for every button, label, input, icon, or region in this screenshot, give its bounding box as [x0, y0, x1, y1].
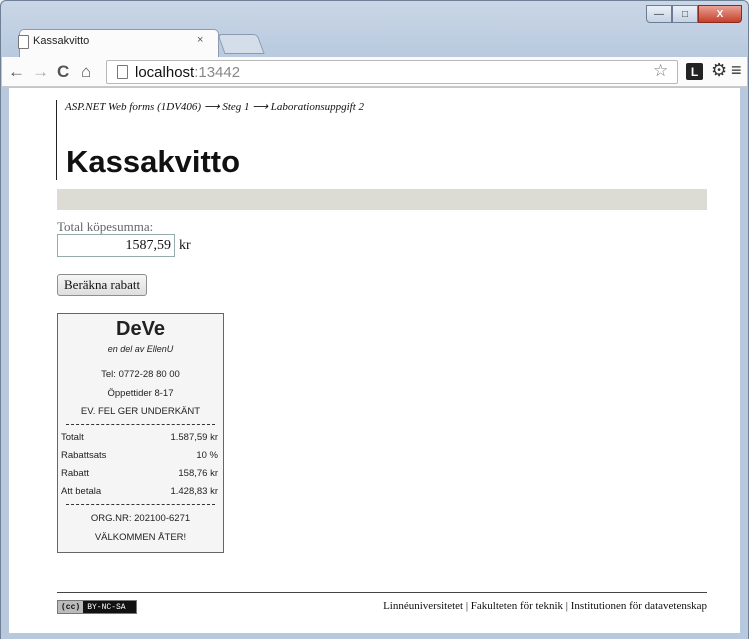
page-icon — [117, 65, 128, 79]
window-frame-bottom — [1, 633, 748, 639]
store-subtitle: en del av EllenU — [107, 344, 174, 354]
home-icon[interactable]: ⌂ — [81, 62, 91, 82]
header-bar — [57, 189, 707, 210]
page-title: Kassakvitto — [66, 144, 241, 179]
receipt-row: Totalt 1.587,59 kr — [61, 432, 218, 443]
window-controls: — □ X — [646, 5, 742, 25]
currency-label: kr — [179, 238, 191, 253]
url-text: localhost:13442 — [135, 64, 240, 81]
tab-strip: Kassakvitto × — □ X — [1, 1, 748, 59]
header-rule — [56, 100, 57, 180]
calculate-discount-button[interactable]: Beräkna rabatt — [57, 274, 148, 296]
row-label: Rabattsats — [61, 450, 107, 461]
forward-arrow-icon[interactable]: → — [32, 62, 49, 82]
receipt-divider — [66, 504, 215, 505]
extension-l-button[interactable]: L — [686, 63, 703, 80]
row-label: Totalt — [61, 432, 84, 443]
receipt: DeVe en del av EllenU Tel: 0772-28 80 00… — [57, 313, 224, 553]
page-icon — [18, 35, 29, 49]
store-warning: EV. FEL GER UNDERKÄNT — [80, 406, 201, 417]
row-value: 158,76 kr — [178, 468, 218, 479]
footer-rule — [57, 592, 707, 593]
reload-icon[interactable]: C — [57, 62, 69, 82]
maximize-button[interactable]: □ — [672, 5, 698, 23]
breadcrumb: ASP.NET Web forms (1DV406) ⟶ Steg 1 ⟶ La… — [65, 101, 365, 113]
page-viewport: ASP.NET Web forms (1DV406) ⟶ Steg 1 ⟶ La… — [9, 88, 740, 633]
total-label: Total köpesumma: — [57, 219, 154, 234]
store-name: DeVe — [116, 318, 165, 340]
url-host: localhost — [135, 64, 195, 81]
bookmark-star-icon[interactable]: ☆ — [653, 61, 668, 81]
minimize-button[interactable]: — — [646, 5, 672, 23]
tab-title: Kassakvitto — [33, 35, 90, 47]
back-arrow-icon[interactable]: ← — [8, 62, 25, 82]
row-label: Att betala — [61, 486, 102, 497]
org-number: ORG.NR: 202100-6271 — [90, 513, 191, 524]
address-bar[interactable]: localhost:13442 — [106, 60, 678, 84]
store-phone: Tel: 0772-28 80 00 — [101, 369, 180, 380]
receipt-row: Att betala 1.428,83 kr — [61, 486, 218, 497]
menu-icon[interactable]: ≡ — [731, 60, 742, 81]
gear-icon[interactable]: ⚙ — [711, 60, 727, 81]
receipt-row: Rabatt 158,76 kr — [61, 468, 218, 479]
row-label: Rabatt — [61, 468, 89, 479]
close-icon[interactable]: × — [197, 34, 203, 46]
close-window-button[interactable]: X — [698, 5, 742, 23]
cc-logo: (cc) — [58, 601, 84, 613]
footer-text: Linnéuniversitetet | Fakulteten för tekn… — [383, 600, 707, 612]
store-hours: Öppettider 8-17 — [107, 388, 174, 399]
browser-window: Kassakvitto × — □ X ← → C ⌂ localhost:13… — [0, 0, 749, 639]
receipt-row: Rabattsats 10 % — [61, 450, 218, 461]
new-tab-button[interactable] — [217, 34, 265, 54]
license-badge[interactable]: (cc) BY-NC-SA — [57, 600, 137, 614]
row-value: 1.587,59 kr — [170, 432, 218, 443]
row-value: 10 % — [196, 450, 218, 461]
receipt-divider — [66, 424, 215, 425]
url-port: :13442 — [194, 64, 241, 81]
row-value: 1.428,83 kr — [170, 486, 218, 497]
browser-toolbar: ← → C ⌂ localhost:13442 ☆ L ⚙ ≡ — [2, 57, 747, 87]
farewell-text: VÄLKOMMEN ÅTER! — [94, 532, 187, 543]
total-amount-input[interactable] — [57, 234, 175, 257]
cc-license-text: BY-NC-SA — [87, 602, 126, 612]
